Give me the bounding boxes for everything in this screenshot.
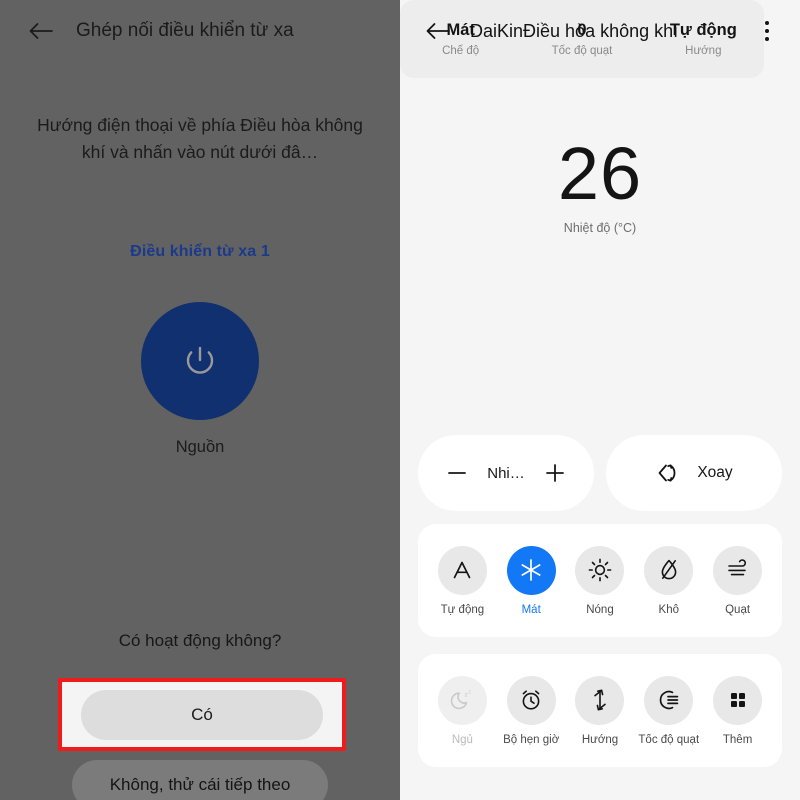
minus-icon	[448, 472, 467, 474]
arrow-left-icon	[426, 23, 450, 39]
extra-label: Thêm	[722, 733, 753, 746]
swing-rotate-icon	[658, 464, 676, 482]
temperature-decrease-button[interactable]	[444, 460, 470, 486]
remote-name-label: Điều khiển từ xa 1	[130, 243, 270, 260]
menu-dot	[765, 21, 769, 25]
plus-icon	[545, 464, 564, 482]
svg-text:z: z	[465, 692, 468, 699]
mode-label: Tự động	[440, 603, 485, 616]
extra-button-timer[interactable]: Bộ hẹn giờ	[499, 675, 563, 746]
extra-icon-wrap	[644, 675, 694, 725]
swing-label: Xoay	[697, 464, 733, 481]
arrow-left-icon	[29, 23, 53, 39]
left-header: Ghép nối điều khiển từ xa	[0, 0, 400, 62]
svg-text:z: z	[469, 690, 472, 696]
temperature-value: 26	[557, 132, 643, 215]
back-button-right[interactable]	[416, 9, 460, 53]
right-ac-control-screen: DaiKinĐiều hòa không khí 26 Nhiệt độ (°C…	[400, 0, 800, 800]
letter-a-icon	[454, 561, 471, 579]
mode-icon-wrap	[713, 545, 763, 595]
dry-droplet-icon	[661, 559, 677, 580]
power-button-group: Nguồn	[0, 302, 400, 457]
page-title: Ghép nối điều khiển từ xa	[76, 20, 294, 41]
extra-button-more[interactable]: Thêm	[706, 675, 770, 746]
mode-icon-wrap	[506, 545, 556, 595]
mode-label: Nóng	[586, 603, 614, 616]
extra-label: Bộ hẹn giờ	[503, 733, 560, 746]
extra-button-direction[interactable]: Hướng	[568, 675, 632, 746]
back-button[interactable]	[18, 8, 64, 54]
mode-label: Quạt	[725, 603, 751, 616]
yes-button-highlight: Có	[58, 678, 346, 751]
mode-label: Khô	[658, 603, 680, 616]
temperature-display: 26 Nhiệt độ (°C)	[400, 132, 800, 236]
more-vertical-icon[interactable]	[750, 14, 784, 48]
mode-icon-wrap	[644, 545, 694, 595]
mode-label: Mát	[521, 603, 541, 616]
mode-icon-wrap	[437, 545, 487, 595]
extra-label: Hướng	[581, 733, 619, 746]
mode-button-heat[interactable]: Nóng	[568, 545, 632, 616]
swing-button[interactable]: Xoay	[606, 435, 782, 511]
no-try-next-button[interactable]: Không, thử cái tiếp theo	[72, 760, 328, 800]
device-title: DaiKinĐiều hòa không khí	[470, 20, 679, 41]
instruction-text: Hướng điện thoại về phía Điều hòa không …	[37, 115, 363, 162]
mode-icon-wrap	[575, 545, 625, 595]
sun-icon	[588, 558, 612, 582]
temperature-stepper: Nhi…	[418, 435, 594, 511]
moon-sleep-icon: z z	[451, 690, 472, 710]
power-icon	[186, 346, 214, 374]
power-button[interactable]	[141, 302, 259, 420]
dual-screenshot-container: Ghép nối điều khiển từ xa Hướng điện tho…	[0, 0, 800, 800]
mode-selector-card: Tự động Mát Nóng Khô Quạt	[418, 524, 782, 637]
temperature-unit-label: Nhiệt độ (°C)	[563, 221, 637, 235]
extra-icon-wrap: z z	[437, 675, 487, 725]
temperature-increase-button[interactable]	[542, 460, 568, 486]
right-header: DaiKinĐiều hòa không khí	[400, 0, 800, 62]
power-button-label: Nguồn	[175, 438, 225, 456]
mode-button-fan[interactable]: Quạt	[706, 545, 770, 616]
alarm-clock-icon	[522, 690, 540, 710]
yes-button[interactable]: Có	[81, 689, 323, 740]
extra-button-sleep[interactable]: z z Ngủ	[430, 675, 494, 746]
confirm-question: Có hoạt động không?	[118, 631, 282, 650]
extra-functions-card: z z Ngủ Bộ hẹn giờ Hướng Tốc độ quạt Thê…	[418, 654, 782, 767]
mode-button-dry[interactable]: Khô	[637, 545, 701, 616]
fan-speed-icon	[659, 690, 679, 710]
fan-wind-icon	[727, 559, 746, 576]
extra-icon-wrap	[506, 675, 556, 725]
extra-icon-wrap	[713, 675, 763, 725]
mode-button-auto[interactable]: Tự động	[430, 545, 494, 616]
mode-button-cool[interactable]: Mát	[499, 545, 563, 616]
extra-button-fan-speed[interactable]: Tốc độ quạt	[637, 675, 701, 746]
extra-label: Tốc độ quạt	[638, 733, 700, 746]
updown-arrows-icon	[594, 689, 606, 711]
left-pairing-screen: Ghép nối điều khiển từ xa Hướng điện tho…	[0, 0, 400, 800]
temperature-stepper-label: Nhi…	[487, 464, 525, 482]
snowflake-icon	[521, 559, 541, 581]
menu-dot	[765, 29, 769, 33]
menu-dot	[765, 37, 769, 41]
extra-icon-wrap	[575, 675, 625, 725]
grid-more-icon	[730, 693, 745, 707]
extra-label: Ngủ	[451, 733, 473, 746]
